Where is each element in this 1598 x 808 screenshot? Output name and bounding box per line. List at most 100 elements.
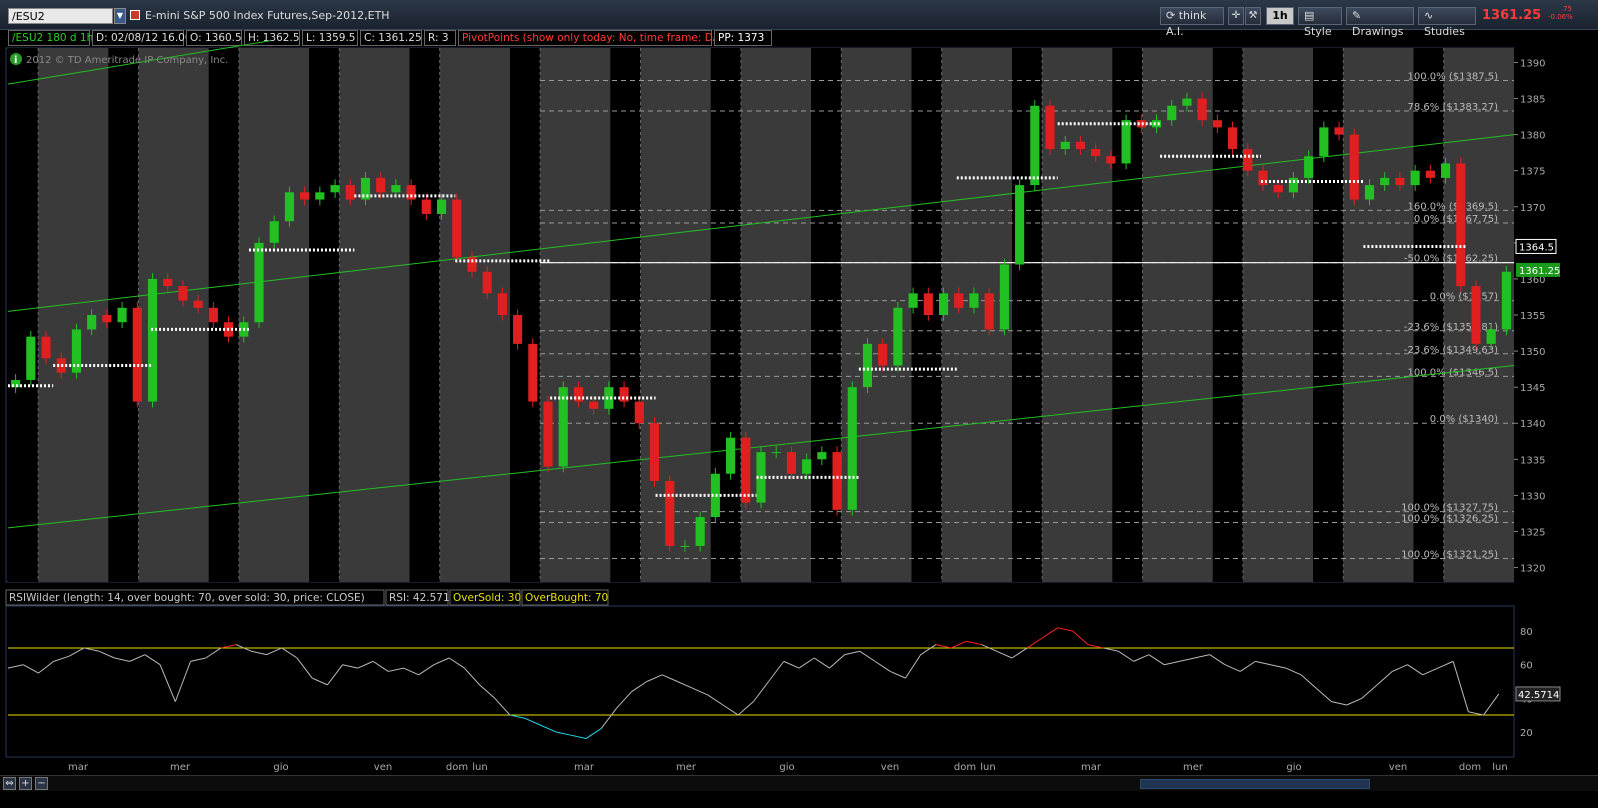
time-tick-label: mer [676, 762, 697, 773]
price-tick-label: 1330 [1520, 491, 1545, 502]
rsi-tick-label: 60 [1520, 661, 1533, 672]
scroll-thumb[interactable] [1140, 779, 1370, 789]
candle-body [817, 452, 827, 460]
candle-body [1106, 156, 1116, 164]
fib-label: 78.6% ($1383.27) [1408, 102, 1499, 113]
candle-body [1212, 120, 1222, 128]
candle [147, 273, 158, 408]
price-tick-label: 1355 [1520, 311, 1545, 322]
candle-body [969, 293, 979, 308]
candle-body [513, 315, 523, 344]
candle-body [1410, 170, 1420, 186]
price-tick-label: 1335 [1520, 455, 1545, 466]
candle [452, 193, 462, 264]
candle [832, 446, 842, 516]
rsi-study-label: RSIWilder (length: 14, over bought: 70, … [9, 592, 365, 604]
time-tick-label: mer [1183, 762, 1204, 773]
candle [984, 287, 994, 336]
candle [26, 330, 36, 386]
candle-body [391, 185, 401, 193]
time-tick-label: mar [68, 762, 89, 773]
candle-body [1045, 105, 1055, 150]
candle-body [1425, 170, 1435, 178]
time-tick-label: dom [446, 762, 468, 773]
candle-body [938, 293, 949, 315]
candle-body [543, 401, 553, 467]
candle-body [1486, 329, 1496, 344]
candle [1456, 157, 1466, 292]
time-tick-label: ven [374, 762, 392, 773]
time-tick-label: lun [980, 762, 995, 773]
candle-body [284, 192, 294, 222]
time-tick-label: ven [881, 762, 899, 773]
candle-body [1030, 105, 1040, 186]
chart-canvas[interactable]: 100.0% ($1387.5) 78.6% ($1383.27) 160.0% (… [0, 0, 1598, 808]
candle-body [497, 293, 507, 315]
candle [558, 381, 568, 473]
info-icon-glyph: i [14, 55, 17, 66]
zoom-in-icon[interactable]: + [19, 777, 32, 790]
candle-body [452, 199, 462, 258]
time-tick-label: dom [1459, 762, 1481, 773]
candle-body [1151, 120, 1162, 128]
candle-body [726, 437, 736, 474]
time-tick-label: gio [273, 762, 288, 773]
time-tick-label: mar [1081, 762, 1102, 773]
candle [741, 431, 751, 509]
candle [528, 338, 538, 408]
day-session [540, 48, 611, 582]
candle-body [862, 343, 873, 388]
candle-body [1380, 177, 1390, 186]
fib-label: 100.0% ($1326.25) [1401, 513, 1498, 524]
rsi-value-label: RSI: 42.571 [389, 592, 450, 604]
candle-body [41, 336, 51, 359]
candle [543, 395, 553, 473]
horizontal-scrollbar[interactable]: ⇔ + − [0, 775, 1598, 791]
fib-label: -23.6% ($1352.81) [1404, 322, 1498, 333]
candle [726, 431, 736, 480]
price-tick-label: 1350 [1520, 347, 1545, 358]
candle-body [634, 401, 644, 424]
candle-body [893, 307, 903, 366]
candle-body [376, 177, 386, 193]
candle-body [1121, 120, 1131, 164]
candle-body [847, 387, 857, 510]
rsi-tick-label: 20 [1520, 728, 1533, 739]
price-tick-label: 1380 [1520, 131, 1545, 142]
day-session [339, 48, 410, 582]
candle-body [254, 242, 264, 323]
candle-body [345, 185, 355, 200]
candle-body [178, 286, 188, 301]
day-session [1142, 48, 1213, 582]
day-session [740, 48, 812, 582]
candle [999, 258, 1009, 336]
fib-label: 0.0% ($1357) [1430, 292, 1498, 303]
candle [1045, 99, 1055, 155]
candle-body [330, 185, 340, 193]
candle-body [1197, 98, 1207, 121]
candle-body [695, 517, 705, 546]
candle [862, 338, 873, 393]
zoom-fit-icon[interactable]: ⇔ [3, 777, 16, 790]
candle-body [878, 343, 888, 366]
price-tick-label: 1390 [1520, 58, 1545, 69]
candle [132, 302, 142, 408]
fib-label: 100.0% ($1387.5) [1408, 71, 1499, 82]
night-session [309, 48, 340, 582]
candle-body [147, 278, 158, 402]
fib-label: 100.0% ($1327.75) [1401, 503, 1498, 514]
candle-body [999, 264, 1009, 330]
price-tick-label: 1320 [1520, 564, 1545, 575]
overbought-label: OverBought: 70 [525, 592, 608, 604]
rsi-tick-label: 80 [1520, 627, 1533, 638]
candle-body [1243, 149, 1253, 171]
zoom-out-icon[interactable]: − [35, 777, 48, 790]
price-tick-label: 1325 [1520, 527, 1545, 538]
candle-body [436, 199, 447, 214]
candle [649, 417, 660, 487]
time-tick-label: ven [1389, 762, 1407, 773]
candle [1349, 128, 1359, 206]
candle-body [1334, 127, 1344, 135]
candle-body [26, 336, 36, 380]
candle-body [1456, 163, 1466, 287]
